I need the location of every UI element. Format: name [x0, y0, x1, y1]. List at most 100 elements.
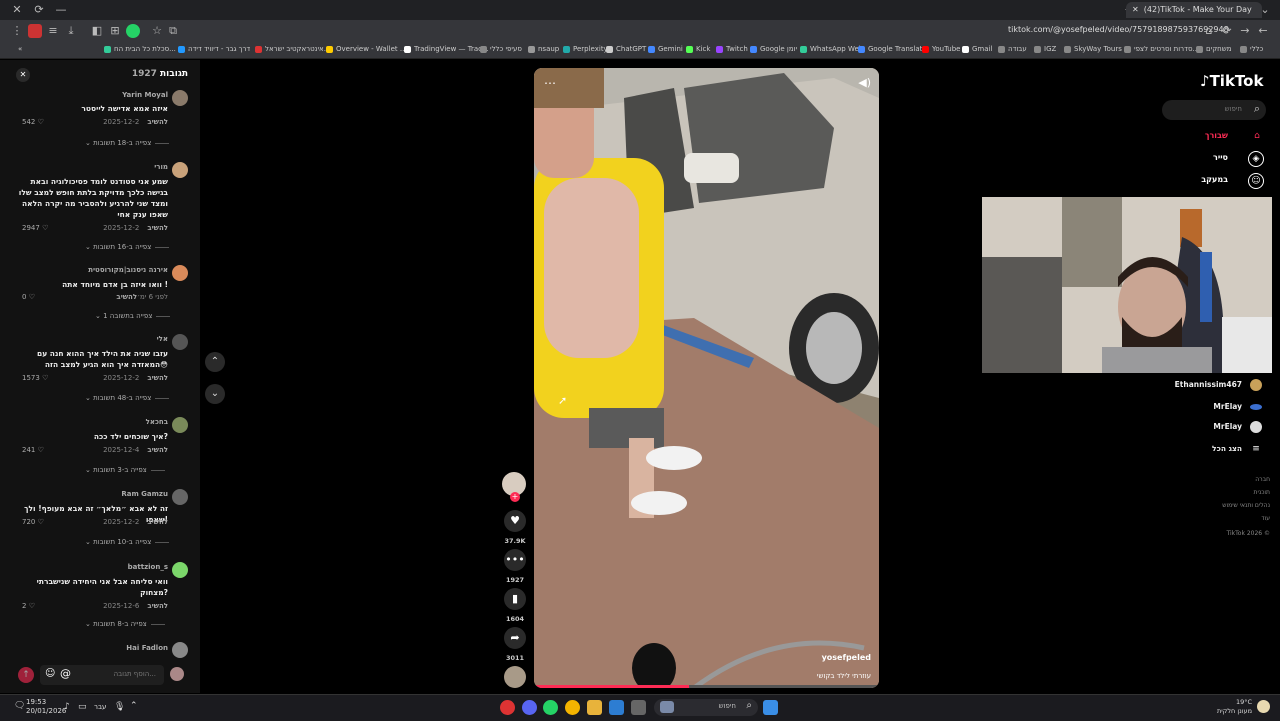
- bookmarks-overflow-icon[interactable]: «: [18, 45, 22, 53]
- comment-username[interactable]: battzion_s: [128, 563, 168, 571]
- view-replies-link[interactable]: ⌄ צפייה ב-10 תשובות: [85, 538, 169, 546]
- footer-terms-link[interactable]: נהלים ותנאי שימוש: [1222, 502, 1270, 509]
- forward-icon[interactable]: →: [1238, 24, 1252, 38]
- reply-button[interactable]: להשיב: [147, 374, 168, 382]
- taskbar-search[interactable]: חיפוש ⌕: [654, 699, 758, 716]
- comment-username[interactable]: מורי: [154, 163, 168, 171]
- volume-icon[interactable]: ♪: [64, 702, 70, 712]
- comment-username[interactable]: Yarin Moyal: [122, 91, 168, 99]
- follow-plus-icon[interactable]: +: [510, 492, 520, 502]
- language-indicator[interactable]: עבר: [94, 703, 106, 711]
- search-icon[interactable]: ⌕: [1254, 102, 1260, 116]
- app-icon[interactable]: [500, 700, 515, 715]
- bookmark[interactable]: Gmail: [962, 45, 992, 53]
- avatar[interactable]: [172, 417, 188, 433]
- extension-icon[interactable]: [28, 24, 42, 38]
- bookmark[interactable]: WhatsApp Web: [800, 45, 863, 53]
- bookmark[interactable]: משחקים: [1196, 45, 1231, 53]
- send-button[interactable]: ↑: [18, 667, 34, 683]
- footer-program-link[interactable]: תוכנית: [1254, 489, 1270, 496]
- comment-likes[interactable]: 2947 ♡: [22, 224, 48, 232]
- avatar[interactable]: [1250, 404, 1262, 410]
- puzzle-icon[interactable]: ◧: [90, 24, 104, 38]
- bookmark[interactable]: nsaup: [528, 45, 559, 53]
- refresh-icon[interactable]: ⟳: [32, 3, 46, 17]
- start-icon[interactable]: [763, 700, 778, 715]
- mention-button[interactable]: @: [60, 667, 71, 680]
- reload-icon[interactable]: ⟳: [1220, 24, 1234, 38]
- avatar[interactable]: [1250, 421, 1262, 433]
- nav-for-you[interactable]: שבורך: [1205, 131, 1228, 140]
- video-caption[interactable]: עוזרתי לילד בקושי: [817, 672, 871, 680]
- bookmark[interactable]: סדרות וסרטים לצפי...: [1124, 45, 1199, 53]
- star-icon[interactable]: ☆: [150, 24, 164, 38]
- reply-button[interactable]: להשיב: [147, 446, 168, 454]
- comment-likes[interactable]: 542 ♡: [22, 118, 44, 126]
- like-button[interactable]: ♥: [504, 510, 526, 532]
- chrome-icon[interactable]: [565, 700, 580, 715]
- reply-button[interactable]: להשיב: [147, 602, 168, 610]
- comment-likes[interactable]: 720 ♡: [22, 518, 44, 526]
- view-replies-link[interactable]: ⌄ צפייה ב-8 תשובות: [85, 620, 165, 628]
- comment-username[interactable]: אלי: [157, 335, 168, 343]
- bookmark[interactable]: Perplexity: [563, 45, 608, 53]
- nav-following[interactable]: במעקב: [1201, 175, 1228, 184]
- comment-likes[interactable]: 241 ♡: [22, 446, 44, 454]
- following-icon[interactable]: ☺: [1248, 173, 1264, 189]
- more-options-icon[interactable]: ⋯: [544, 76, 556, 90]
- download-icon[interactable]: ⤓: [64, 24, 78, 38]
- display-icon[interactable]: ▭: [78, 702, 87, 712]
- emoji-icon[interactable]: ☺: [45, 668, 55, 679]
- cast-icon[interactable]: ⧉: [166, 24, 180, 38]
- nav-explore[interactable]: סייר: [1213, 153, 1228, 162]
- footer-company-link[interactable]: חברה: [1255, 476, 1270, 483]
- view-replies-link[interactable]: ⌄ צפייה ב-16 תשובות: [85, 243, 169, 251]
- tiktok-logo[interactable]: ♪TikTok: [1200, 72, 1263, 90]
- bookmark[interactable]: Twitch: [716, 45, 748, 53]
- bookmark[interactable]: סעיפי כללי: [480, 45, 522, 53]
- weather-widget[interactable]: 19°C מעונן חלקית: [1217, 698, 1252, 716]
- view-replies-link[interactable]: ⌄ צפייה בתשובה 1: [95, 312, 170, 320]
- view-replies-link[interactable]: ⌄ צפייה ב-48 תשובות: [85, 394, 169, 402]
- bookmark[interactable]: IGZ: [1034, 45, 1056, 53]
- mic-icon[interactable]: 🎙: [114, 702, 125, 712]
- bookmark[interactable]: סכלת כל הבית הח...: [104, 45, 176, 53]
- progress-track[interactable]: [534, 685, 879, 688]
- avatar[interactable]: [1250, 379, 1262, 391]
- whatsapp-icon[interactable]: [543, 700, 558, 715]
- store-icon[interactable]: [609, 700, 624, 715]
- back-icon[interactable]: ←: [1256, 24, 1270, 38]
- home-icon[interactable]: ⌂: [1202, 24, 1216, 38]
- tab-menu-icon[interactable]: ⌄: [1258, 3, 1272, 17]
- view-replies-link[interactable]: ⌄ צפייה ב-18 תשובות: [85, 139, 169, 147]
- reply-button[interactable]: להשיב: [147, 518, 168, 526]
- reply-button[interactable]: להשיב: [147, 224, 168, 232]
- avatar[interactable]: [172, 265, 188, 281]
- footer-more-link[interactable]: עוד: [1261, 515, 1270, 522]
- reply-button[interactable]: להשיב: [116, 293, 137, 301]
- bookmark[interactable]: כללי: [1240, 45, 1263, 53]
- compass-icon[interactable]: ◈: [1248, 151, 1264, 167]
- previous-video-button[interactable]: ⌃: [205, 352, 225, 372]
- home-icon[interactable]: ⌂: [1250, 129, 1264, 143]
- bookmark[interactable]: Google יומן: [750, 45, 797, 53]
- file-explorer-icon[interactable]: [587, 700, 602, 715]
- comment-username[interactable]: אירנה ניסנוב|מקורוסטית: [88, 266, 168, 274]
- bookmark[interactable]: YouTube: [922, 45, 960, 53]
- comment-input[interactable]: ☺ @ הוסף תגובה...: [40, 665, 164, 685]
- task-view-icon[interactable]: [631, 700, 646, 715]
- avatar[interactable]: [172, 642, 188, 658]
- avatar[interactable]: [172, 562, 188, 578]
- following-user[interactable]: MrElay: [1213, 402, 1242, 411]
- reply-button[interactable]: להשיב: [147, 118, 168, 126]
- save-button[interactable]: ▮: [504, 588, 526, 610]
- url-field[interactable]: tiktok.com/@yosefpeled/video/75791898759…: [1008, 25, 1229, 34]
- close-window-icon[interactable]: ✕: [10, 3, 24, 17]
- share-icon[interactable]: ⊞: [108, 24, 122, 38]
- close-comments-icon[interactable]: ✕: [16, 68, 30, 82]
- tray-chevron-icon[interactable]: ⌃: [130, 701, 138, 711]
- following-user[interactable]: MrElay: [1213, 422, 1242, 431]
- notification-icon[interactable]: 🗨: [14, 701, 25, 711]
- volume-icon[interactable]: ◀): [858, 76, 871, 89]
- bookmark[interactable]: דרך גבר - דיוויד דידה: [178, 45, 250, 53]
